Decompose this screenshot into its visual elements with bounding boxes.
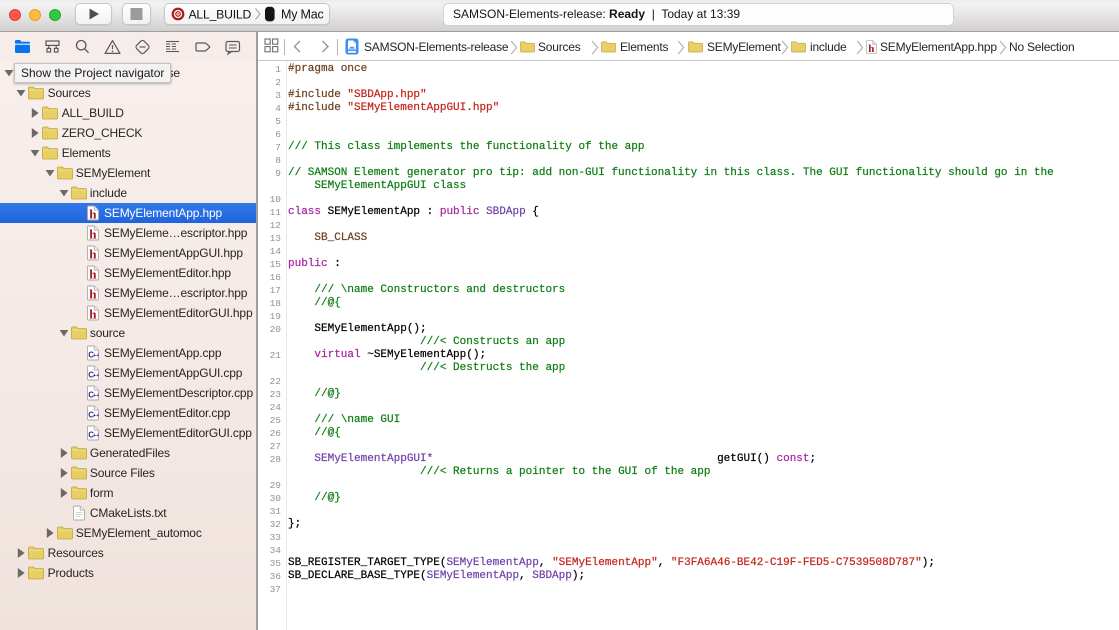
svg-text:h: h [89,207,97,221]
svg-text:ALL_BUILD: ALL_BUILD [189,8,252,22]
svg-text:++: ++ [93,353,99,359]
svg-text:++: ++ [93,373,99,379]
svg-text:My Mac: My Mac [281,8,324,22]
svg-text:h: h [89,267,97,281]
svg-text:++: ++ [93,433,99,439]
svg-text:h: h [89,307,97,321]
svg-text:++: ++ [93,413,99,419]
svg-text:++: ++ [93,393,99,399]
svg-text:h: h [868,43,874,54]
svg-text:h: h [89,287,97,301]
svg-text:h: h [89,227,97,241]
svg-text:h: h [89,247,97,261]
